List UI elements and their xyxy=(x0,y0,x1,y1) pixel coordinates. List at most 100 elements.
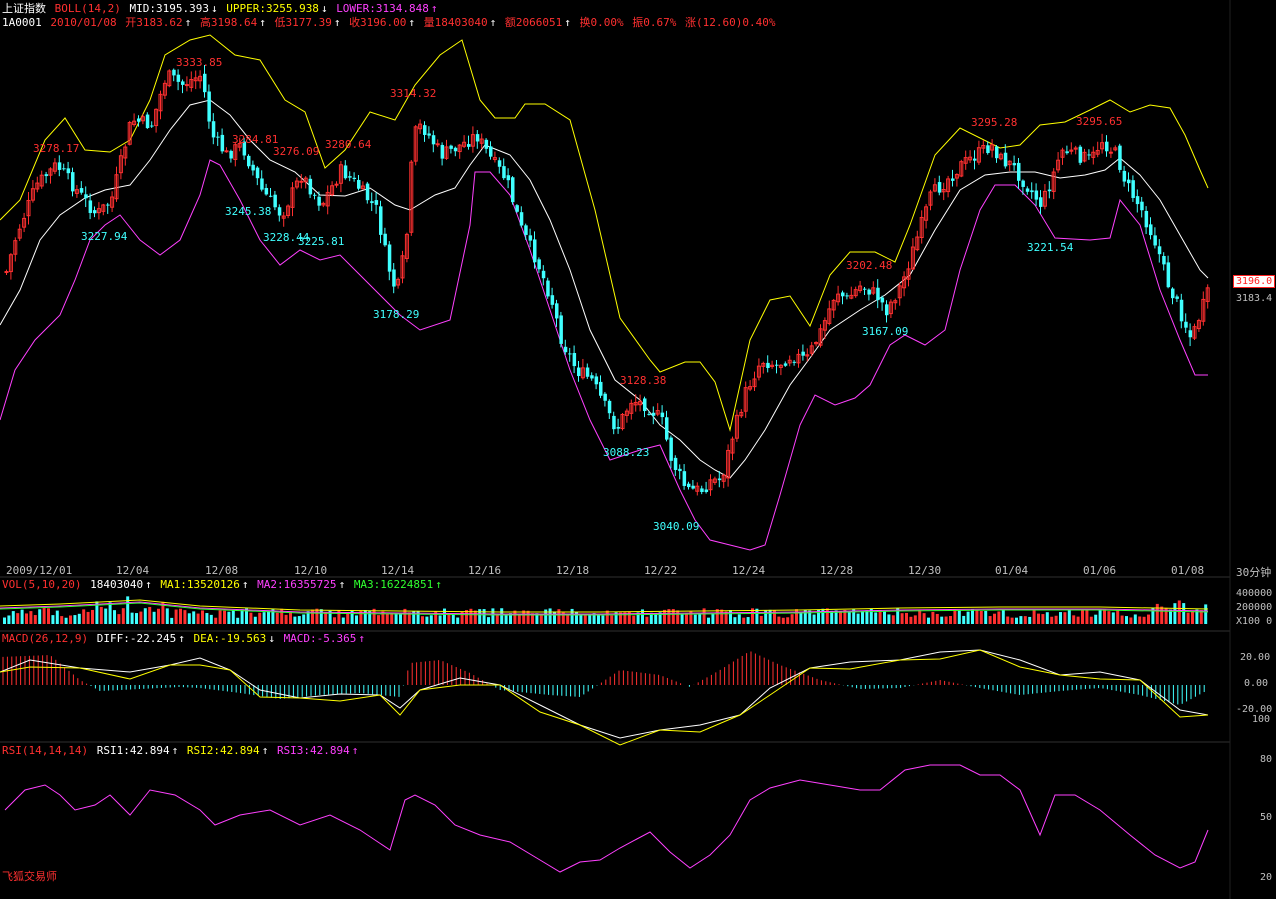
volume-bar xyxy=(1063,612,1067,624)
candle-down xyxy=(308,178,313,195)
volume-bar xyxy=(1067,608,1071,624)
rsi-2: RSI2:42.894 xyxy=(186,744,260,757)
candle-down xyxy=(176,74,181,82)
volume-bar xyxy=(236,617,240,624)
rsi-axis-2: 20 xyxy=(1260,872,1273,883)
candle-down xyxy=(1030,190,1034,193)
volume-bar xyxy=(324,612,328,624)
candle-down xyxy=(84,194,88,199)
volume-bar xyxy=(249,612,253,624)
peak-label: 3088.23 xyxy=(603,446,649,459)
candle-down xyxy=(537,259,541,270)
rsi-axis-0: 80 xyxy=(1260,754,1273,765)
peak-label: 3284.81 xyxy=(232,133,278,146)
volume-bar xyxy=(500,608,504,624)
volume-bar xyxy=(187,613,191,624)
volume-bar xyxy=(11,611,15,624)
kline-chart[interactable]: 3333.85 3278.17 3284.813276.09 3280.64 3314.… xyxy=(0,0,1276,899)
candle-down xyxy=(1105,141,1109,152)
vol-label: VOL(5,10,20) xyxy=(2,578,82,591)
volume-bar xyxy=(504,614,508,624)
volume-bar xyxy=(597,615,600,624)
volume-bar xyxy=(913,615,917,624)
date-label-0: 2009/12/01 xyxy=(6,564,73,577)
macd-label: MACD(26,12,9) xyxy=(2,632,89,645)
volume-bar xyxy=(979,610,983,624)
candle-down xyxy=(550,295,555,305)
volume-bar xyxy=(425,616,429,624)
candle-down xyxy=(673,457,678,470)
volume-bar xyxy=(77,613,81,624)
volume-bar xyxy=(227,611,231,624)
volume-bar xyxy=(82,609,86,624)
volume-bar xyxy=(231,609,235,624)
candle-down xyxy=(682,471,687,486)
volume-bar xyxy=(179,608,182,624)
volume-bar xyxy=(900,613,904,624)
peak-label: 3295.28 xyxy=(971,116,1017,129)
volume-bar xyxy=(1094,614,1098,624)
candle-down xyxy=(651,412,656,416)
volume-bar xyxy=(29,611,33,624)
macd-header: MACD(26,12,9) DIFF:-22.245 ↑ DEA:-19.563 ↓… xyxy=(2,632,367,645)
candle-down xyxy=(475,134,480,142)
volume-bar xyxy=(1191,610,1194,624)
candle-down xyxy=(1021,180,1025,187)
volume-bar xyxy=(1133,614,1137,624)
volume-bar xyxy=(1054,615,1058,624)
candle-down xyxy=(251,164,255,171)
volume-bar xyxy=(20,609,24,624)
volume-bar xyxy=(1001,609,1005,624)
candle-down xyxy=(519,212,524,226)
volume-bar xyxy=(1089,616,1093,624)
peak-label: 3202.48 xyxy=(846,259,892,272)
volume-bar xyxy=(469,608,473,624)
candle-down xyxy=(1153,235,1157,246)
candle-down xyxy=(145,114,150,129)
candle-down xyxy=(269,195,273,197)
volume-bar xyxy=(1155,603,1159,624)
candle-down xyxy=(453,147,458,152)
candle-down xyxy=(792,361,797,363)
candle-down xyxy=(1012,163,1017,166)
macd-diff-arrow: ↑ xyxy=(178,632,185,645)
candle-down xyxy=(607,400,612,414)
volume-bar xyxy=(73,615,77,624)
candle-down xyxy=(885,304,889,316)
volume-bar xyxy=(60,616,64,624)
volume-bar xyxy=(1204,604,1208,624)
volume-bar xyxy=(1050,616,1054,624)
volume-bar xyxy=(605,610,609,624)
candle-down xyxy=(643,398,647,412)
volume-bar xyxy=(720,609,724,624)
candle-down xyxy=(524,225,528,235)
date-label-3: 12/10 xyxy=(294,564,328,577)
volume-bar xyxy=(121,608,125,624)
candle-down xyxy=(365,183,370,201)
vol-header: VOL(5,10,20) 18403040 ↑ MA1:13520126 ↑ MA2… xyxy=(2,578,444,591)
candle-down xyxy=(229,150,233,159)
candle-down xyxy=(559,315,563,344)
period-label[interactable]: 30分钟 xyxy=(1236,564,1271,580)
volume-bar xyxy=(865,610,869,624)
volume-bar xyxy=(429,615,433,624)
candle-down xyxy=(717,478,722,481)
candle-down xyxy=(317,196,321,206)
candle-down xyxy=(937,182,942,193)
peak-label: 3333.85 xyxy=(176,56,222,69)
candle-down xyxy=(392,269,396,287)
current-price-tag: 3196.0 xyxy=(1233,275,1276,288)
volume-bar xyxy=(51,615,55,624)
candle-up xyxy=(184,84,189,87)
vol-ma1-arrow: ↑ xyxy=(241,578,249,591)
volume-bar xyxy=(861,610,864,624)
candle-down xyxy=(203,73,207,93)
volume-bar xyxy=(1059,612,1062,624)
candle-down xyxy=(387,244,392,272)
boll-upper-line xyxy=(0,34,1209,432)
candle-down xyxy=(172,69,176,76)
candle-down xyxy=(577,367,581,377)
volume-bar xyxy=(566,615,570,624)
volume-bar xyxy=(918,609,922,624)
peak-label: 3128.38 xyxy=(620,374,666,387)
